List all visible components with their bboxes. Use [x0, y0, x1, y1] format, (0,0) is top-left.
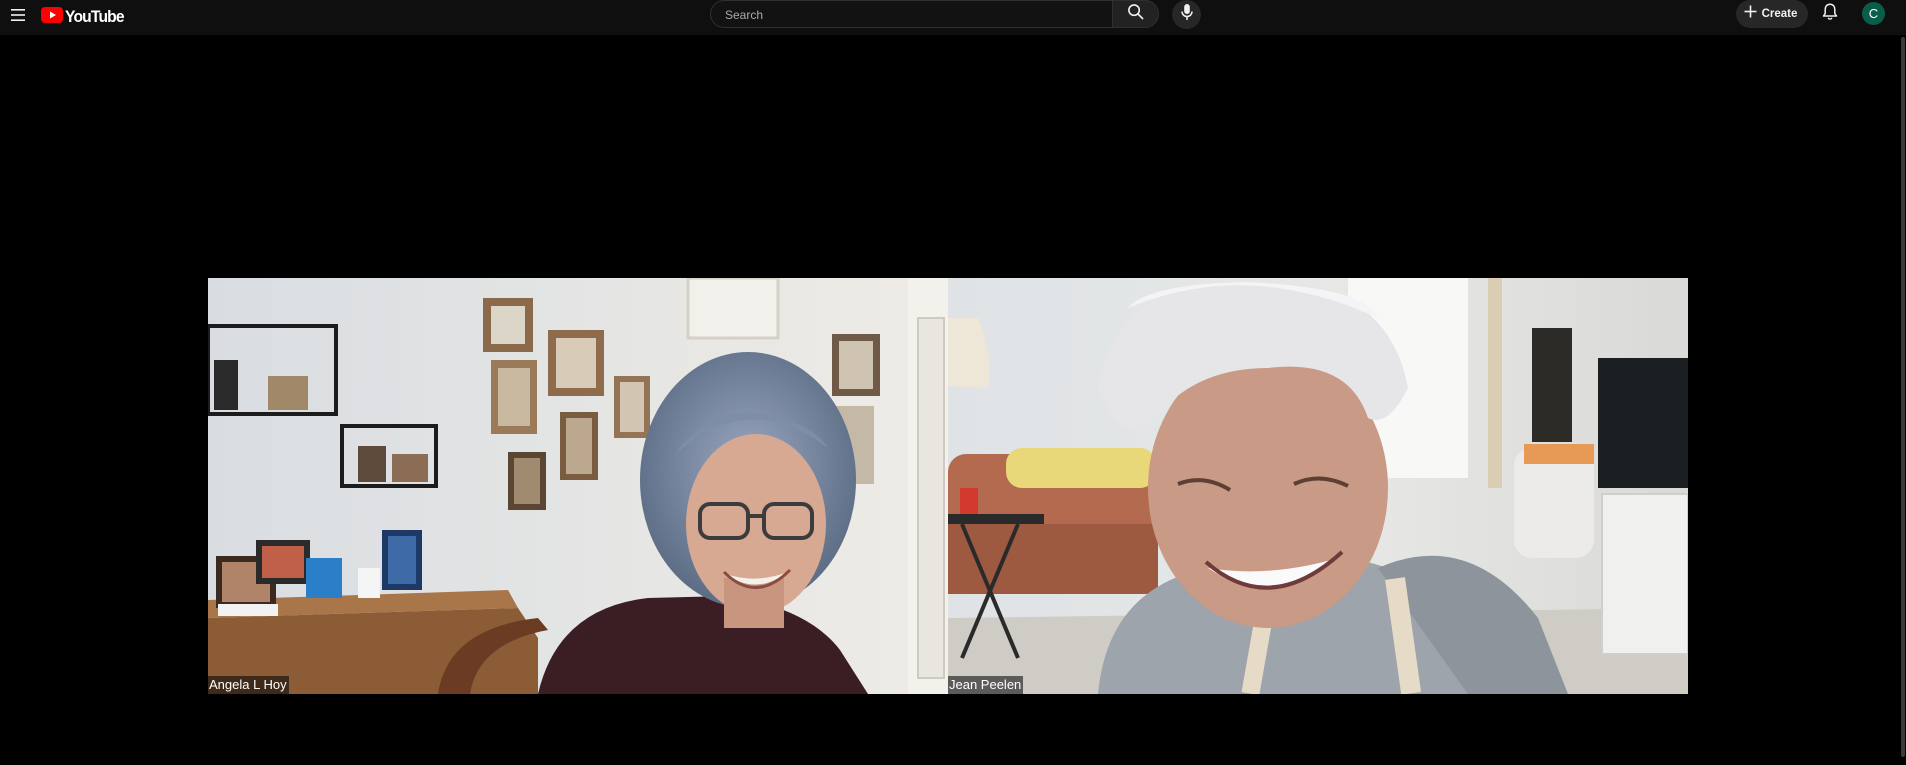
search-input[interactable]: [723, 1, 1107, 29]
voice-search-button[interactable]: [1172, 0, 1201, 29]
scrollbar-thumb[interactable]: [1901, 37, 1905, 757]
plus-icon: [1744, 5, 1757, 23]
search-box[interactable]: [710, 0, 1112, 29]
participant-video-right: Jean Peelen: [948, 278, 1688, 694]
youtube-logo-text: YouTube: [65, 7, 125, 26]
participant-name-label: Angela L Hoy: [208, 676, 289, 694]
masthead: YouTube Create: [0, 0, 1906, 35]
notifications-button[interactable]: [1817, 1, 1843, 27]
create-button[interactable]: Create: [1736, 0, 1808, 28]
guide-menu-button[interactable]: [4, 3, 32, 31]
bell-icon: [1822, 2, 1838, 26]
search-icon: [1127, 3, 1144, 25]
microphone-icon: [1180, 3, 1194, 26]
video-frame-right: [948, 278, 1688, 694]
account-avatar[interactable]: C: [1862, 2, 1885, 25]
create-label: Create: [1761, 8, 1798, 20]
hamburger-menu-icon: [10, 8, 26, 27]
participant-name-label: Jean Peelen: [948, 676, 1024, 694]
video-frame-left: [208, 278, 948, 694]
youtube-logo[interactable]: YouTube: [41, 5, 129, 29]
search-button[interactable]: [1112, 0, 1159, 28]
video-player[interactable]: Angela L Hoy Jean Peelen: [0, 35, 1900, 765]
participant-video-left: Angela L Hoy: [208, 278, 948, 694]
youtube-play-icon: [41, 6, 63, 28]
page-scrollbar[interactable]: [1900, 35, 1906, 765]
